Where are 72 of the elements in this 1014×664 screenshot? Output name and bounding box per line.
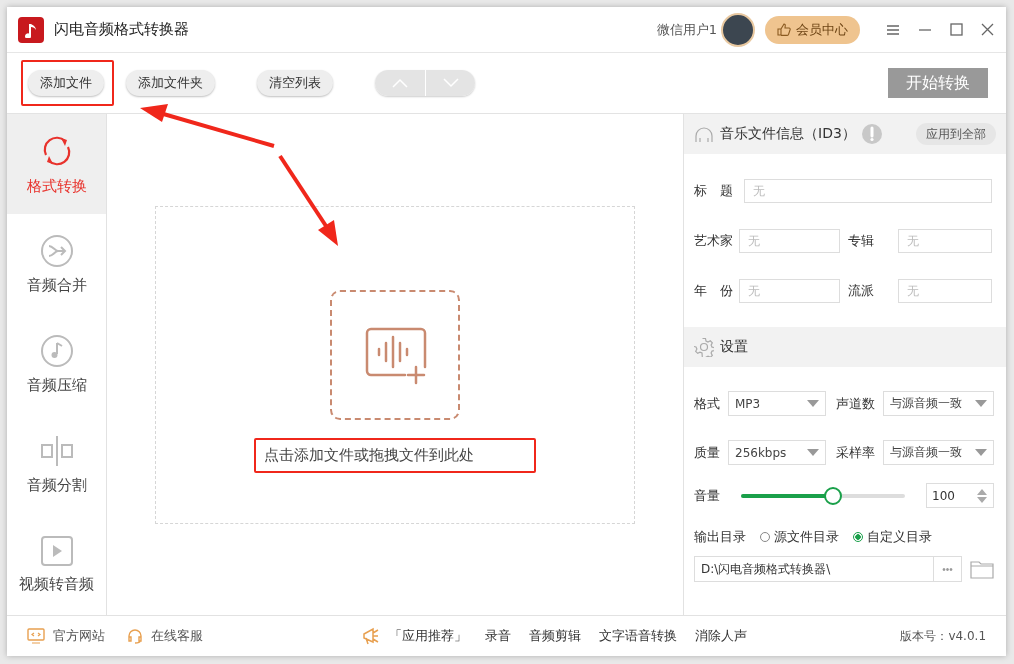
field-label: 格式 xyxy=(694,394,720,413)
caret-icon xyxy=(975,400,987,407)
radio-option[interactable]: 自定义目录 xyxy=(853,528,932,546)
input-field[interactable]: 无 xyxy=(898,279,992,303)
caret-icon xyxy=(975,449,987,456)
input-field[interactable]: 无 xyxy=(739,229,840,253)
headset-icon xyxy=(127,628,143,644)
volume-spinbox[interactable]: 100 xyxy=(926,483,994,508)
maximize-icon[interactable] xyxy=(950,23,963,36)
thumbs-up-icon xyxy=(777,23,791,36)
play-icon xyxy=(39,534,74,567)
app-link[interactable]: 音频剪辑 xyxy=(528,627,581,645)
field-label: 标 题 xyxy=(694,182,734,200)
field-label: 音量 xyxy=(694,486,720,505)
field-label: 质量 xyxy=(694,443,720,462)
toolbar-button[interactable]: 添加文件 xyxy=(28,70,104,96)
spin-arrows-icon xyxy=(976,487,988,504)
megaphone-icon xyxy=(360,626,381,646)
dropdown[interactable]: 256kbps xyxy=(728,440,826,465)
caret-icon xyxy=(807,449,819,456)
sidebar-item[interactable]: 音频压缩 xyxy=(7,314,106,414)
toolbar-button[interactable]: 清空列表 xyxy=(257,70,333,96)
field-label: 艺术家 xyxy=(694,232,733,250)
radio-option[interactable]: 源文件目录 xyxy=(760,528,839,546)
field-label: 年 份 xyxy=(694,282,733,300)
caret-icon xyxy=(807,400,819,407)
close-icon[interactable] xyxy=(981,23,994,36)
vip-center-button[interactable]: 会员中心 xyxy=(765,15,860,44)
input-field[interactable]: 无 xyxy=(739,279,840,303)
avatar-icon[interactable] xyxy=(721,12,755,47)
sidebar-item[interactable]: 音频分割 xyxy=(7,414,106,514)
music-note-icon xyxy=(39,333,74,368)
drop-area[interactable]: 点击添加文件或拖拽文件到此处 xyxy=(155,205,635,524)
input-field[interactable]: 无 xyxy=(744,179,992,203)
add-audio-icon[interactable] xyxy=(330,290,460,420)
dropdown[interactable]: 与源音频一致 xyxy=(883,440,994,465)
recommend-label: 「应用推荐」 xyxy=(388,627,467,645)
chevron-down-icon xyxy=(441,78,460,88)
field-label: 专辑 xyxy=(848,232,875,250)
field-label: 输出目录 xyxy=(694,528,746,546)
footer-link[interactable]: 官方网站 xyxy=(27,627,105,645)
sidebar-item[interactable]: 视频转音频 xyxy=(7,514,106,614)
window-title: 闪电音频格式转换器 xyxy=(54,20,189,39)
field-label: 声道数 xyxy=(836,394,875,413)
app-link[interactable]: 录音 xyxy=(484,627,511,645)
drop-hint-text: 点击添加文件或拖拽文件到此处 xyxy=(264,446,474,464)
app-link[interactable]: 文字语音转换 xyxy=(598,627,677,645)
version-text: 版本号：v4.0.1 xyxy=(900,627,986,645)
footer-link[interactable]: 在线客服 xyxy=(127,627,203,645)
chevron-up-icon xyxy=(391,78,409,88)
sidebar-item[interactable]: 音频合并 xyxy=(7,214,106,314)
music-note-logo-icon xyxy=(18,16,44,43)
field-label: 流派 xyxy=(848,282,875,300)
split-icon xyxy=(39,433,74,468)
headphones-icon xyxy=(694,125,714,143)
sidebar-item[interactable]: 格式转换 xyxy=(7,114,106,214)
user-name: 微信用户1 xyxy=(656,20,717,39)
monitor-icon xyxy=(27,628,45,644)
section-title: 设置 xyxy=(720,338,748,356)
settings-icon xyxy=(694,337,714,357)
menu-icon[interactable] xyxy=(886,23,900,36)
toolbar-button[interactable]: 添加文件夹 xyxy=(126,70,215,96)
slider-thumb[interactable] xyxy=(824,486,842,505)
field-label: 采样率 xyxy=(836,443,875,462)
apply-all-button[interactable]: 应用到全部 xyxy=(916,123,996,145)
output-path-field[interactable]: D:\闪电音频格式转换器\ ••• xyxy=(694,556,962,582)
dropdown[interactable]: MP3 xyxy=(728,391,826,416)
input-field[interactable]: 无 xyxy=(898,229,992,253)
folder-icon[interactable] xyxy=(970,559,994,579)
section-title: 音乐文件信息（ID3） xyxy=(720,125,856,143)
dropdown[interactable]: 与源音频一致 xyxy=(883,391,994,416)
app-link[interactable]: 消除人声 xyxy=(694,627,747,645)
